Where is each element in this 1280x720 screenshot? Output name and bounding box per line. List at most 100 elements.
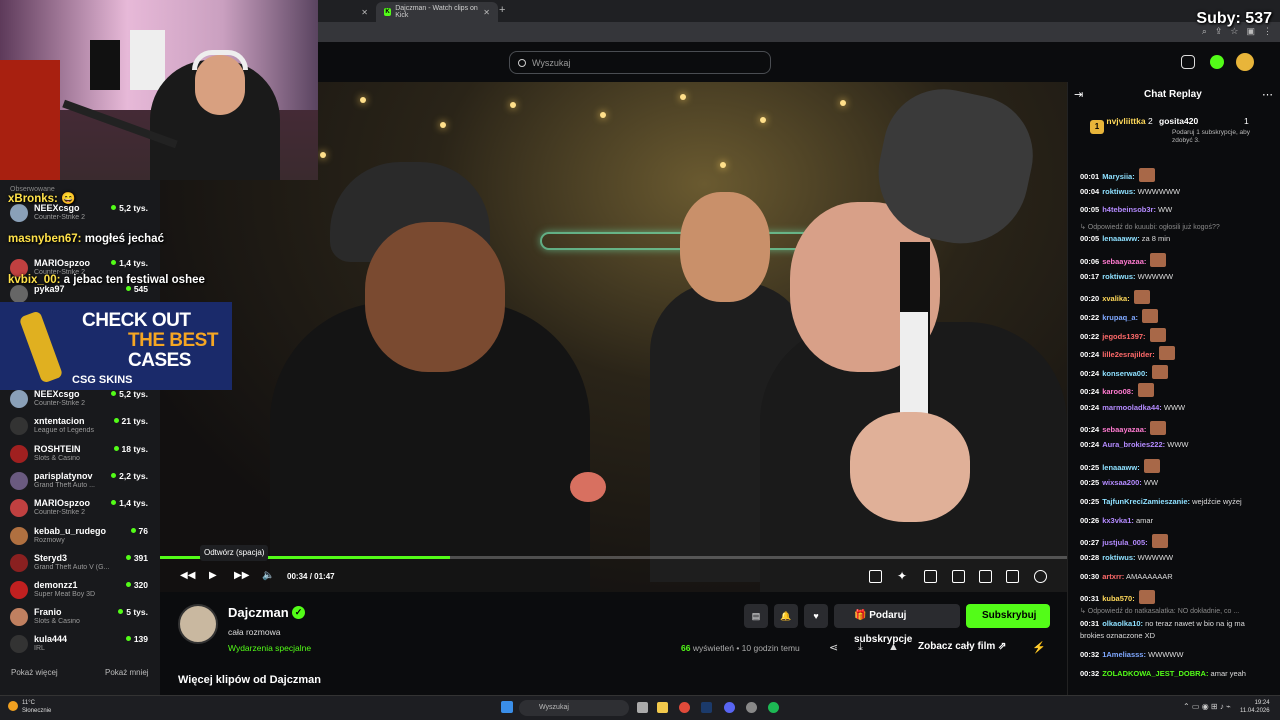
windows-start-icon[interactable] — [501, 701, 513, 713]
obs-icon[interactable] — [746, 702, 757, 713]
discord-icon[interactable] — [724, 702, 735, 713]
report-icon[interactable]: ▲ — [888, 641, 899, 653]
chat-username[interactable]: roktiwus: — [1102, 272, 1135, 281]
bell-icon[interactable]: 🔔 — [774, 604, 798, 628]
spotify-icon[interactable] — [768, 702, 779, 713]
sidebar-channel[interactable]: kula444 IRL 139 — [10, 633, 160, 659]
show-less-link[interactable]: Pokaż mniej — [105, 668, 149, 677]
chat-username[interactable]: roktiwus: — [1102, 187, 1135, 196]
chat-username[interactable]: lenaaaww: — [1102, 234, 1140, 243]
chat-username[interactable]: xvalika: — [1102, 294, 1130, 303]
chat-username[interactable]: sebaayazaa: — [1102, 257, 1146, 266]
viewer-count: 320 — [126, 580, 148, 590]
close-tab-icon[interactable]: ✕ — [361, 8, 368, 17]
video-progress-bar[interactable] — [160, 556, 1067, 559]
stats-icon[interactable] — [924, 570, 937, 583]
chat-time: 00:24 — [1080, 403, 1100, 412]
chat-username[interactable]: karoo08: — [1102, 387, 1133, 396]
chat-username[interactable]: ZOLADKOWA_JEST_DOBRA: — [1102, 669, 1208, 678]
chat-message: 00:27 justjula_005: — [1080, 534, 1270, 548]
sidebar-channel[interactable]: xntentacion League of Legends 21 tys. — [10, 415, 160, 441]
sparkle-icon[interactable]: ✦ — [897, 569, 907, 583]
clip-category[interactable]: Wydarzenia specjalne — [228, 643, 311, 653]
sidebar-channel[interactable]: demonzz1 Super Meat Boy 3D 320 — [10, 579, 160, 605]
chat-username[interactable]: jegods1397: — [1102, 332, 1145, 341]
chat-username[interactable]: konserwa00: — [1102, 369, 1147, 378]
show-more-link[interactable]: Pokaż więcej — [11, 668, 58, 677]
kick-wallet-icon[interactable] — [1210, 55, 1224, 69]
knife-image — [18, 310, 64, 384]
chat-username[interactable]: sebaayazaa: — [1102, 425, 1146, 434]
unpin-icon[interactable]: ⚡ — [1032, 641, 1046, 654]
chat-menu-icon[interactable]: ⋯ — [1262, 88, 1273, 101]
channel-avatar — [10, 445, 28, 463]
system-tray-icons[interactable]: ⌃ ▭ ◉ ⊞ ♪ ⌁ — [1183, 702, 1231, 711]
chat-username[interactable]: wixsaa200: — [1102, 478, 1142, 487]
chat-username[interactable]: roktiwus: — [1102, 553, 1135, 562]
chat-username[interactable]: lille2esrajilder: — [1102, 350, 1155, 359]
sidebar-channel[interactable]: Franio Slots & Casino 5 tys. — [10, 606, 160, 632]
sidebar-channel[interactable]: kebab_u_rudego Rozmowy 76 — [10, 525, 160, 551]
watch-full-button[interactable]: Zobacz cały film ⇗ — [918, 641, 1006, 652]
inbox-icon[interactable] — [1181, 55, 1195, 69]
subscribe-button[interactable]: Subskrybuj — [966, 604, 1050, 628]
chat-username[interactable]: krupaq_a: — [1102, 313, 1138, 322]
chat-username[interactable]: artxrr: — [1102, 572, 1124, 581]
file-explorer-icon[interactable] — [657, 702, 668, 713]
sidebar-channel[interactable]: NEEXcsgo Counter-Strike 2 5,2 tys. — [10, 388, 160, 414]
heart-icon[interactable]: ♥ — [804, 604, 828, 628]
new-tab-icon[interactable]: + — [499, 4, 505, 16]
weather-temp: 11°C — [22, 700, 35, 706]
chat-username[interactable]: TajfunKreciZamieszanie: — [1102, 497, 1190, 506]
forward-icon[interactable]: ▶▶ — [234, 570, 249, 581]
download-icon[interactable]: ⤓ — [858, 641, 863, 654]
weather-widget[interactable]: 11°C Słonecznie — [22, 699, 51, 715]
task-view-icon[interactable] — [637, 702, 648, 713]
volume-icon[interactable]: 🔈 — [262, 570, 274, 581]
chat-username[interactable]: kx3vka1: — [1102, 516, 1134, 525]
taskbar-search[interactable]: Wyszukaj — [519, 700, 629, 716]
close-tab-icon[interactable]: ✕ — [483, 8, 490, 17]
chat-username[interactable]: marmooladka44: — [1102, 403, 1162, 412]
chat-username[interactable]: justjula_005: — [1102, 538, 1147, 547]
share-icon[interactable]: ⋖ — [829, 641, 838, 654]
chat-message: 00:25 wixsaa200: WW — [1080, 478, 1270, 487]
play-icon[interactable]: ▶ — [209, 570, 217, 581]
chrome-icon[interactable] — [679, 702, 690, 713]
channel-avatar[interactable] — [178, 604, 218, 644]
browser-tab-active[interactable]: K Dajczman - Watch clips on Kick ✕ — [376, 2, 498, 22]
fullscreen-icon[interactable] — [1006, 570, 1019, 583]
chat-time: 00:05 — [1080, 205, 1100, 214]
chat-text: WWW — [1167, 440, 1189, 449]
chat-username[interactable]: Aura_brokies222: — [1102, 440, 1165, 449]
sidebar-channel[interactable]: Steryd3 Grand Theft Auto V (G... 391 — [10, 552, 160, 578]
sidebar-channel[interactable]: MARIOspzoo Counter-Strike 2 1,4 tys. — [10, 497, 160, 523]
browser-tab-inactive[interactable]: ✕ — [318, 2, 376, 22]
crop-icon[interactable] — [869, 570, 882, 583]
settings-icon[interactable] — [1034, 570, 1047, 583]
chat-username[interactable]: 1Ameliasss: — [1102, 650, 1146, 659]
pip-icon[interactable] — [952, 570, 965, 583]
theater-icon[interactable] — [979, 570, 992, 583]
chat-username[interactable]: olkaolka10: — [1102, 619, 1143, 628]
chat-username[interactable]: kuba570: — [1102, 594, 1135, 603]
steam-icon[interactable] — [701, 702, 712, 713]
channel-name[interactable]: Dajczman — [228, 605, 289, 620]
clip-icon[interactable]: ▤ — [744, 604, 768, 628]
gift-subs-button[interactable]: 🎁 Podaruj subskrypcje — [834, 604, 960, 645]
sidebar-channel[interactable]: NEEXcsgo Counter-Strike 2 5,2 tys. — [10, 202, 160, 228]
chat-username[interactable]: Marysiia: — [1102, 172, 1135, 181]
taskbar-clock[interactable]: 19:24 11.04.2026 — [1240, 699, 1270, 715]
chat-message: 00:05 h4tebeinsob3r: WW — [1080, 205, 1270, 214]
rewind-icon[interactable]: ◀◀ — [180, 570, 195, 581]
chat-time: 00:20 — [1080, 294, 1100, 303]
search-input[interactable]: Wyszukaj — [509, 51, 771, 74]
user-avatar[interactable] — [1236, 53, 1254, 71]
sidebar-channel[interactable]: ROSHTEIN Slots & Casino 18 tys. — [10, 443, 160, 469]
overlay-chat-text: a jebac ten festiwal oshee — [63, 274, 205, 286]
chat-username[interactable]: lenaaaww: — [1102, 463, 1140, 472]
collapse-chat-icon[interactable]: ⇥ — [1074, 88, 1083, 101]
sidebar-channel[interactable]: parisplatynov Grand Theft Auto ... 2,2 tys… — [10, 470, 160, 496]
chat-username[interactable]: h4tebeinsob3r: — [1102, 205, 1156, 214]
promo-brand: CSG SKINS — [72, 374, 133, 386]
